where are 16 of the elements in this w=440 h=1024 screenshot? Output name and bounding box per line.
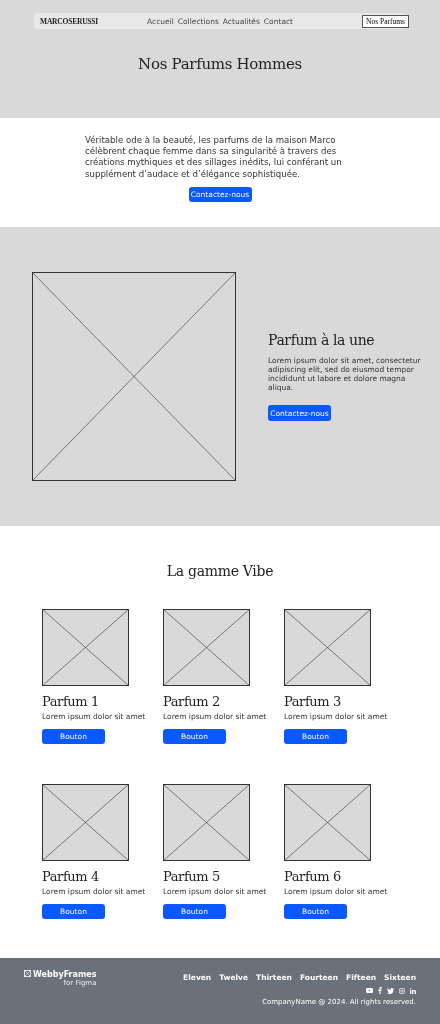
- product-name: Parfum 6: [284, 869, 342, 884]
- bird-icon[interactable]: [387, 987, 394, 994]
- page-title: Nos Parfums Hommes: [137, 55, 303, 73]
- linkedin-icon[interactable]: [410, 987, 416, 994]
- logo-icon: [24, 970, 31, 977]
- camera-icon[interactable]: [399, 987, 405, 994]
- product-name: Parfum 4: [42, 869, 100, 884]
- product-name: Parfum 2: [163, 694, 221, 709]
- footer-logo[interactable]: WebbyFrames: [33, 970, 97, 979]
- facebook-icon[interactable]: [378, 987, 382, 994]
- section-title: La gamme Vibe: [165, 563, 275, 579]
- intro-paragraph: Véritable ode à la beauté, les parfums de la maison Marco célèbrent chaque femme dans sa singularité à travers des créations mythiques et des sillages inédits, lui conférant un supplément d’audace et d’élégance sophistiquée.: [85, 135, 343, 180]
- featured-title: Parfum à la une: [268, 332, 376, 348]
- product-name: Parfum 3: [284, 694, 342, 709]
- product-name: Parfum 5: [163, 869, 221, 884]
- product-name: Parfum 1: [42, 694, 100, 709]
